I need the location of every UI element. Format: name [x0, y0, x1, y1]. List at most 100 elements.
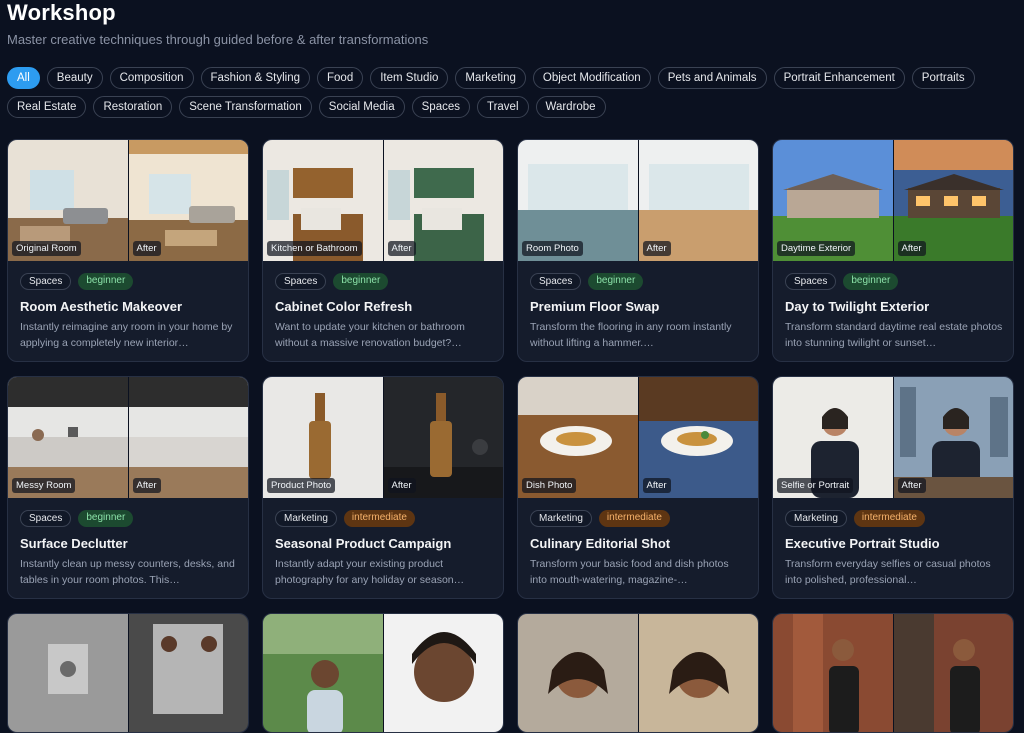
before-after-preview [263, 614, 503, 732]
card-description: Instantly clean up messy counters, desks… [20, 558, 235, 586]
before-image: Original Room [8, 140, 128, 261]
filter-chip-travel[interactable]: Travel [476, 96, 529, 118]
after-image [127, 614, 248, 732]
level-badge: beginner [333, 273, 389, 290]
filter-chip-fashion-styling[interactable]: Fashion & Styling [200, 67, 311, 89]
before-image: Product Photo [263, 377, 383, 498]
before-after-preview [773, 614, 1013, 732]
before-after-preview: Dish Photo After [518, 377, 758, 498]
workshop-card-grid: Original Room After Spaces beginner Room… [7, 139, 1014, 733]
after-image: After [637, 377, 758, 498]
filter-chip-social-media[interactable]: Social Media [318, 96, 405, 118]
before-after-preview: Original Room After [8, 140, 248, 261]
filter-chip-restoration[interactable]: Restoration [93, 96, 173, 118]
filter-chip-beauty[interactable]: Beauty [46, 67, 103, 89]
level-badge: intermediate [853, 510, 925, 527]
filter-chip-real-estate[interactable]: Real Estate [7, 96, 87, 118]
after-label: After [387, 241, 416, 256]
card-description: Instantly adapt your existing product ph… [275, 558, 465, 586]
card-description: Transform the flooring in any room insta… [530, 321, 732, 349]
filter-chip-portrait-enhancement[interactable]: Portrait Enhancement [773, 67, 905, 89]
category-tag: Spaces [20, 273, 72, 290]
category-tag: Spaces [785, 273, 837, 290]
before-image [518, 614, 638, 732]
before-after-preview: Daytime Exterior After [773, 140, 1013, 261]
card-description: Instantly reimagine any room in your hom… [20, 321, 233, 349]
category-tag: Marketing [530, 510, 592, 527]
after-image: After [127, 140, 248, 261]
workshop-card[interactable] [7, 613, 249, 733]
card-description: Transform everyday selfies or casual pho… [785, 558, 991, 586]
after-image [382, 614, 503, 732]
before-after-preview: Kitchen or Bathroom After [263, 140, 503, 261]
after-image: After [127, 377, 248, 498]
level-badge: beginner [78, 510, 134, 527]
workshop-card[interactable]: Kitchen or Bathroom After Spaces beginne… [262, 139, 504, 362]
filter-chip-food[interactable]: Food [317, 67, 364, 89]
workshop-card[interactable]: Messy Room After Spaces beginner Surface… [7, 376, 249, 599]
level-badge: beginner [588, 273, 644, 290]
before-image: Dish Photo [518, 377, 638, 498]
level-badge: intermediate [598, 510, 670, 527]
after-label: After [387, 478, 416, 493]
category-filter-bar: All Beauty Composition Fashion & Styling… [7, 67, 1017, 118]
filter-chip-item-studio[interactable]: Item Studio [370, 67, 449, 89]
category-tag: Spaces [530, 273, 582, 290]
before-image: Room Photo [518, 140, 638, 261]
after-label: After [132, 241, 161, 256]
before-image: Messy Room [8, 377, 128, 498]
after-image [637, 614, 758, 732]
before-image [263, 614, 383, 732]
filter-chip-marketing[interactable]: Marketing [455, 67, 526, 89]
workshop-card[interactable] [517, 613, 759, 733]
filter-chip-scene-transformation[interactable]: Scene Transformation [179, 96, 312, 118]
before-image: Daytime Exterior [773, 140, 893, 261]
before-image [8, 614, 128, 732]
filter-chip-pets-animals[interactable]: Pets and Animals [657, 67, 767, 89]
before-label: Selfie or Portrait [777, 478, 854, 493]
workshop-card[interactable]: Daytime Exterior After Spaces beginner D… [772, 139, 1014, 362]
workshop-card[interactable] [772, 613, 1014, 733]
card-title: Executive Portrait Studio [785, 536, 940, 551]
page-title: Workshop [7, 0, 116, 25]
card-title: Culinary Editorial Shot [530, 536, 671, 551]
workshop-card[interactable] [262, 613, 504, 733]
level-badge: beginner [843, 273, 899, 290]
after-label: After [642, 478, 671, 493]
before-image: Kitchen or Bathroom [263, 140, 383, 261]
workshop-card[interactable]: Original Room After Spaces beginner Room… [7, 139, 249, 362]
card-title: Room Aesthetic Makeover [20, 299, 183, 314]
card-title: Cabinet Color Refresh [275, 299, 413, 314]
card-title: Seasonal Product Campaign [275, 536, 452, 551]
after-image: After [892, 140, 1013, 261]
workshop-card[interactable]: Dish Photo After Marketing intermediate … [517, 376, 759, 599]
filter-chip-all[interactable]: All [7, 67, 40, 89]
filter-chip-composition[interactable]: Composition [109, 67, 194, 89]
after-image: After [892, 377, 1013, 498]
after-label: After [642, 241, 671, 256]
filter-chip-portraits[interactable]: Portraits [911, 67, 975, 89]
filter-chip-object-modification[interactable]: Object Modification [532, 67, 651, 89]
workshop-card[interactable]: Room Photo After Spaces beginner Premium… [517, 139, 759, 362]
after-image: After [382, 140, 503, 261]
before-image [773, 614, 893, 732]
workshop-card[interactable]: Selfie or Portrait After Marketing inter… [772, 376, 1014, 599]
after-label: After [897, 478, 926, 493]
category-tag: Spaces [20, 510, 72, 527]
before-label: Room Photo [522, 241, 583, 256]
level-badge: beginner [78, 273, 134, 290]
before-after-preview: Selfie or Portrait After [773, 377, 1013, 498]
filter-chip-wardrobe[interactable]: Wardrobe [535, 96, 606, 118]
filter-chip-spaces[interactable]: Spaces [411, 96, 470, 118]
before-label: Daytime Exterior [777, 241, 856, 256]
card-description: Want to update your kitchen or bathroom … [275, 321, 465, 349]
after-label: After [132, 478, 161, 493]
card-title: Day to Twilight Exterior [785, 299, 930, 314]
category-tag: Spaces [275, 273, 327, 290]
card-description: Transform standard daytime real estate p… [785, 321, 1003, 349]
before-label: Original Room [12, 241, 81, 256]
level-badge: intermediate [343, 510, 415, 527]
workshop-card[interactable]: Product Photo After Marketing intermedia… [262, 376, 504, 599]
before-label: Dish Photo [522, 478, 577, 493]
after-image: After [637, 140, 758, 261]
